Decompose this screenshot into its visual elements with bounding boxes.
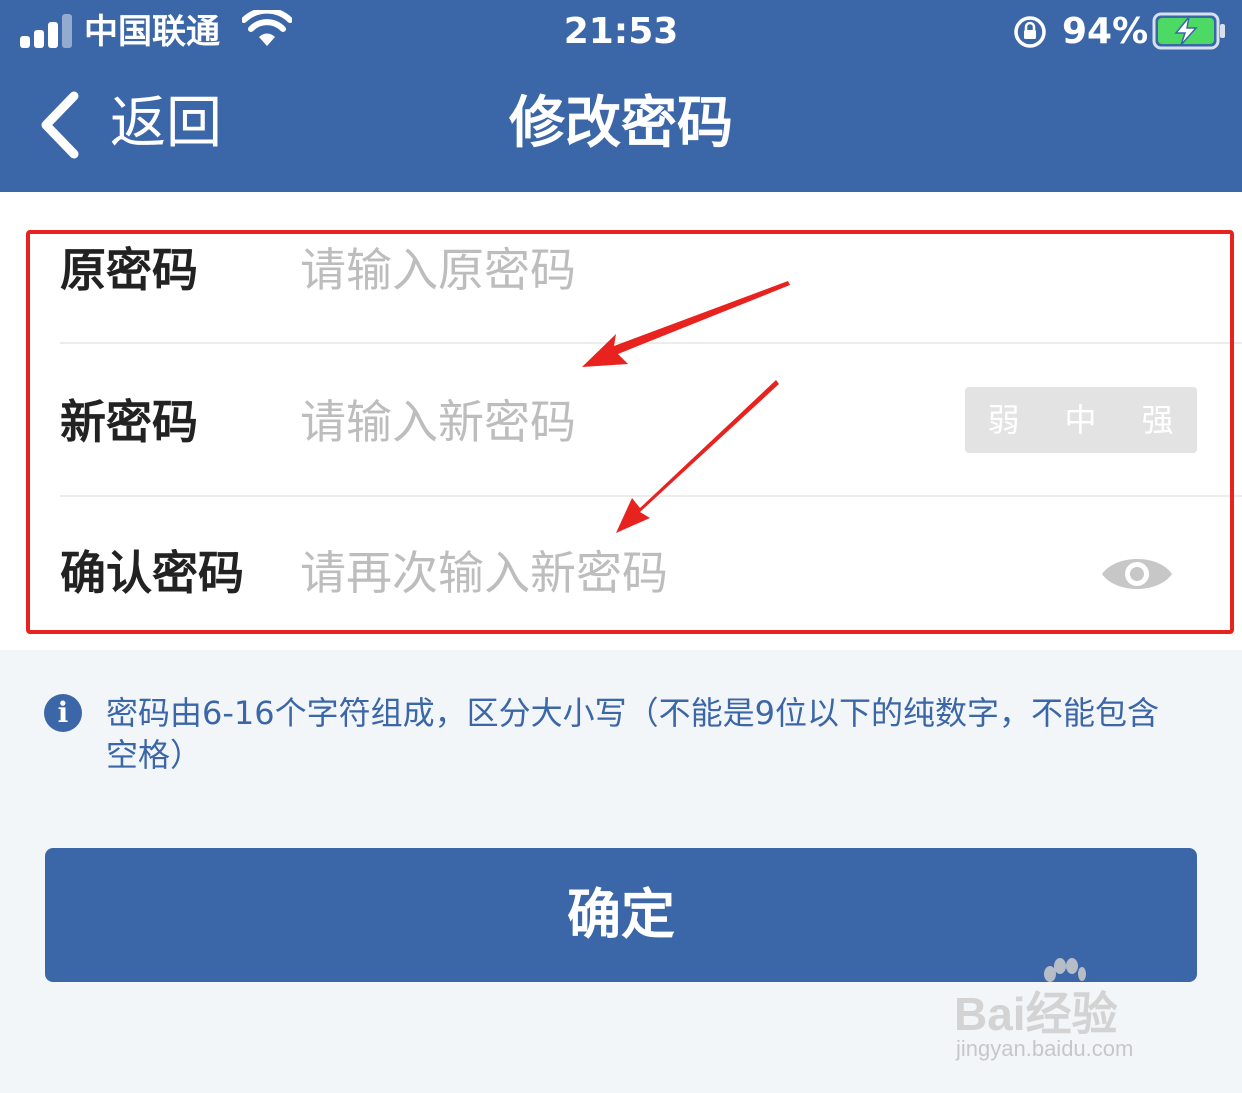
eye-icon[interactable]: [1100, 552, 1174, 596]
strength-medium: 中: [1064, 401, 1097, 439]
battery-charging-icon: [1152, 12, 1225, 50]
confirm-password-label: 确认密码: [60, 546, 244, 600]
battery-percent: 94%: [1062, 11, 1149, 52]
password-strength-meter: 弱 中 强: [965, 387, 1197, 453]
page-title: 修改密码: [509, 91, 733, 156]
watermark-url: jingyan.baidu.com: [956, 1036, 1134, 1061]
status-clock: 21:53: [563, 11, 679, 52]
top-bar: 中国联通 21:53 94% 返回 修改密码: [0, 0, 1242, 192]
confirm-password-input[interactable]: [300, 543, 1000, 603]
form-row-old-password: 原密码: [0, 192, 1242, 342]
password-form: 原密码 新密码 弱 中 强 确认密码: [0, 192, 1242, 650]
strength-weak: 弱: [987, 401, 1020, 439]
confirm-button[interactable]: 确定: [45, 848, 1197, 982]
old-password-label: 原密码: [60, 243, 198, 297]
info-icon: i: [44, 694, 82, 732]
orientation-lock-icon: [1014, 16, 1046, 48]
new-password-input[interactable]: [300, 392, 920, 452]
form-row-confirm-password: 确认密码: [0, 497, 1242, 647]
new-password-label: 新密码: [60, 395, 198, 449]
strength-strong: 强: [1141, 401, 1174, 439]
watermark-brand: Bai经验: [954, 988, 1118, 1040]
old-password-input[interactable]: [300, 240, 900, 300]
password-rules-hint: 密码由6-16个字符组成，区分大小写（不能是9位以下的纯数字，不能包含空格）: [106, 694, 1159, 774]
